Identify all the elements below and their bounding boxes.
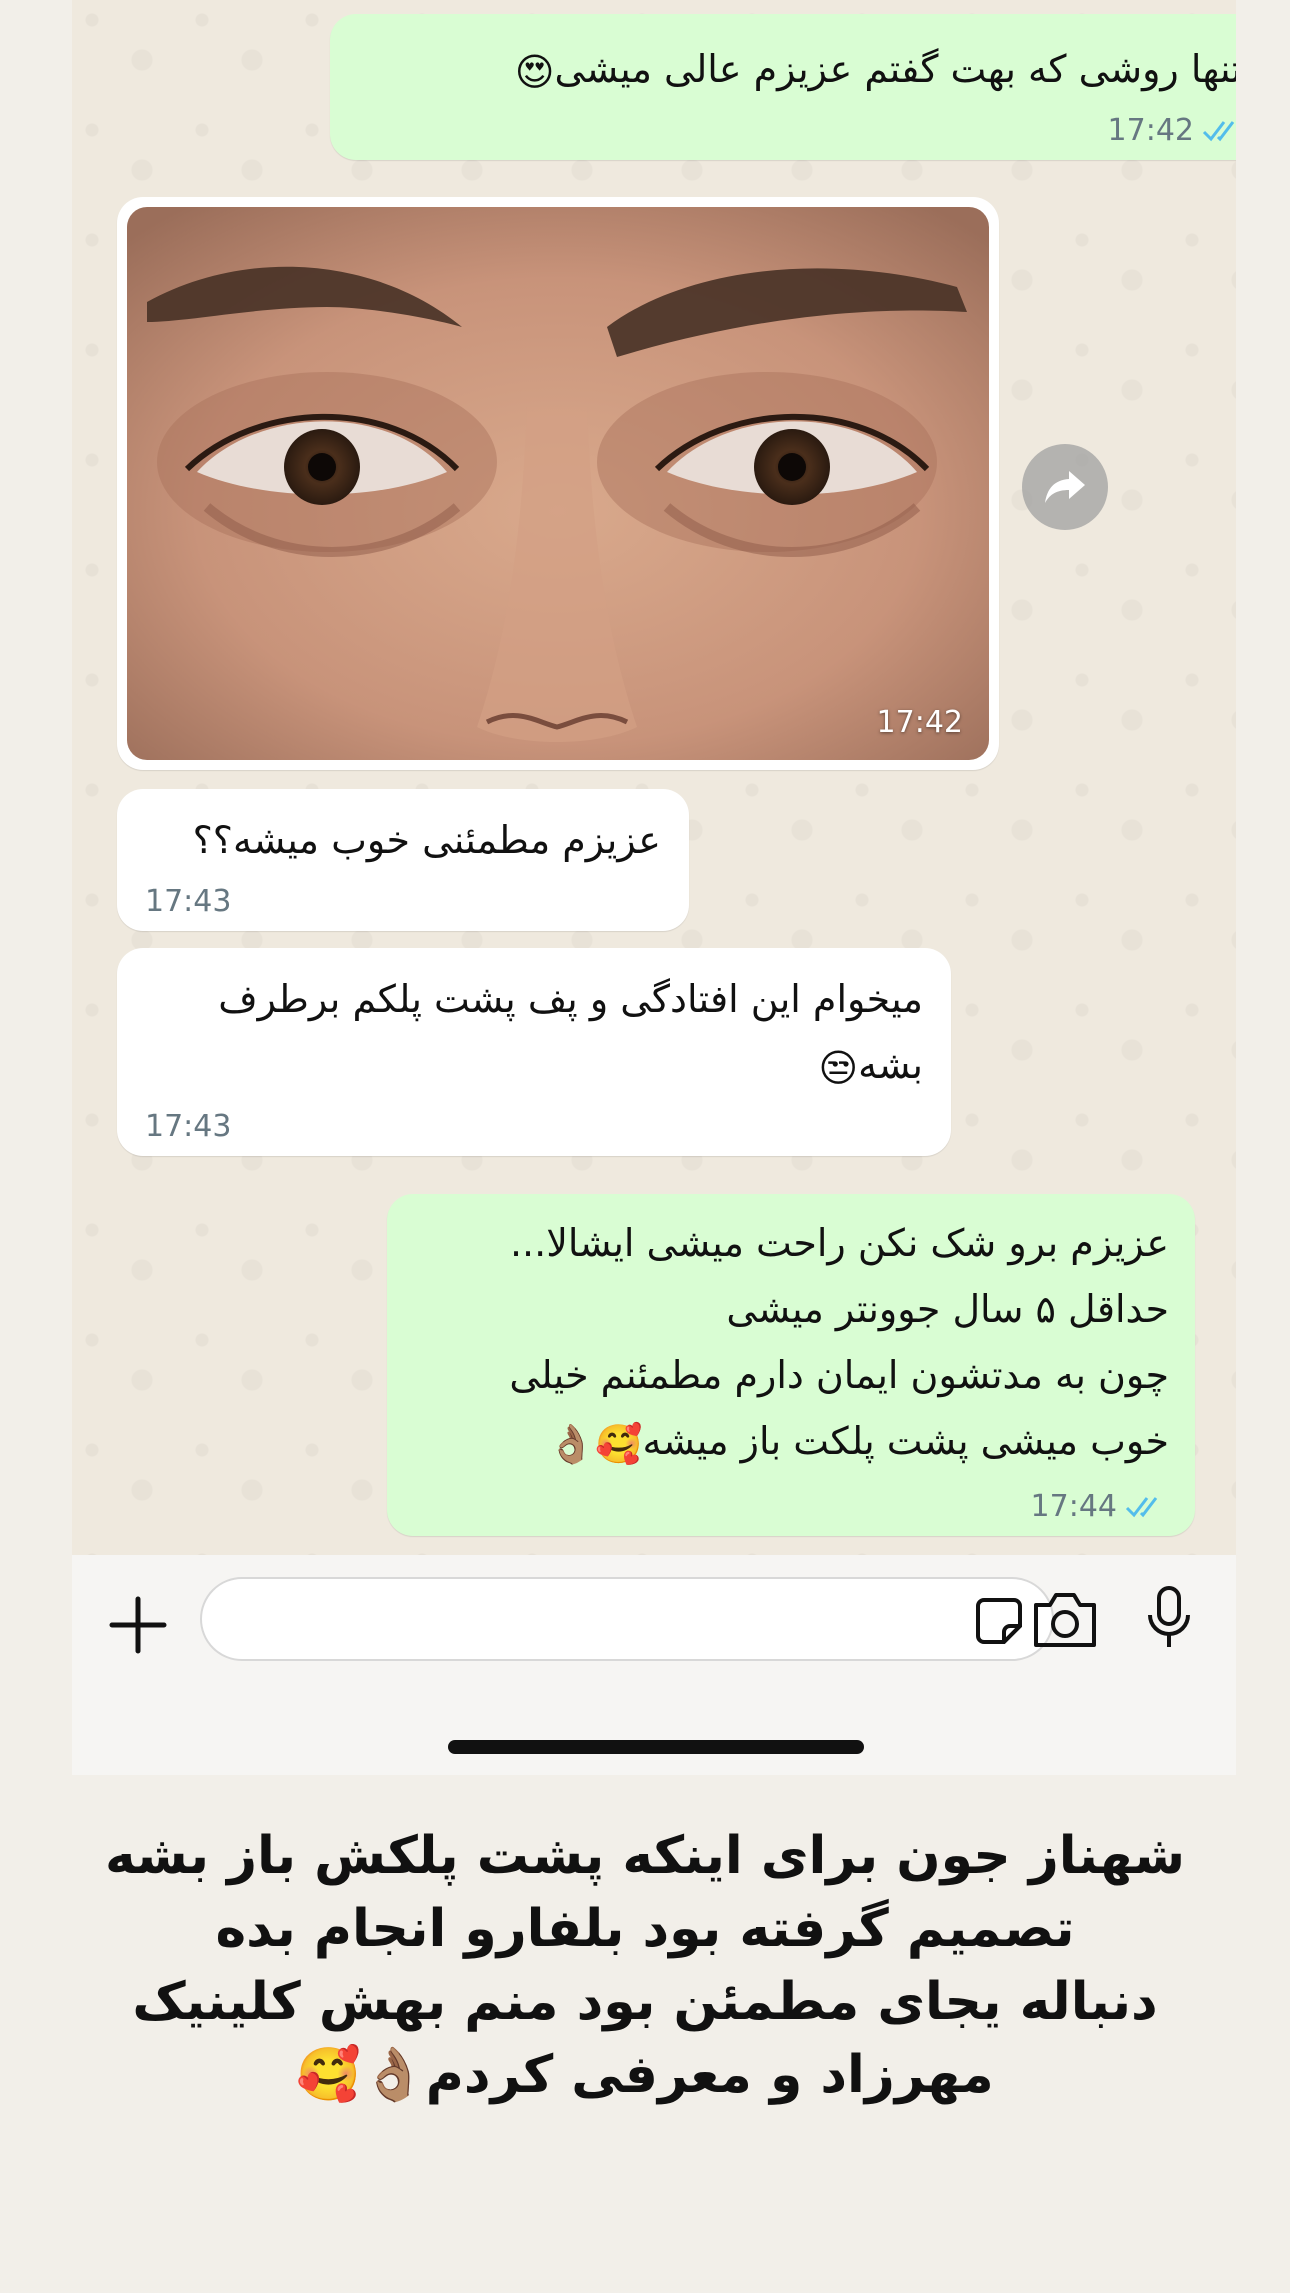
message-input[interactable] (200, 1577, 1054, 1661)
sticker-icon[interactable] (974, 1596, 1024, 1646)
message-line: حداقل ۵ سال جوونتر میشی (726, 1287, 1169, 1331)
message-time: 17:43 (145, 884, 232, 919)
smiling-hearts-ok-emoji: 🥰👌🏽 (547, 1421, 643, 1466)
camera-icon[interactable] (1030, 1591, 1100, 1649)
message-line: بشه (858, 1043, 923, 1087)
caption-line: دنباله یجای مطمئن بود منم بهش کلینیک (132, 1972, 1158, 2032)
caption-line: مهرزاد و معرفی کردم (425, 2045, 994, 2105)
message-text: عزیزم مطمئنی خوب میشه؟؟ (192, 818, 661, 862)
microphone-icon[interactable] (1144, 1585, 1194, 1651)
message-line: عزیزم برو شک نکن راحت میشی ایشالا... (509, 1221, 1169, 1265)
message-meta: 17:42 (1108, 113, 1236, 148)
message-incoming[interactable]: میخوام این افتادگی و پف پشت پلکم برطرف ب… (117, 948, 951, 1156)
message-time: 17:44 (1030, 1489, 1117, 1524)
message-outgoing[interactable]: عزیزم برو شک نکن راحت میشی ایشالا... حدا… (387, 1194, 1195, 1536)
message-incoming[interactable]: عزیزم مطمئنی خوب میشه؟؟ 17:43 (117, 789, 689, 931)
message-time: 17:43 (145, 1109, 232, 1144)
caption-text: شهناز جون برای اینکه پشت پلکش باز بشه تص… (60, 1820, 1230, 2112)
message-meta: 17:44 (1031, 1489, 1169, 1524)
forward-button[interactable] (1022, 444, 1108, 530)
message-meta: 17:43 (145, 1109, 231, 1144)
heart-eyes-emoji: 😍 (514, 49, 555, 94)
double-check-icon (1125, 1496, 1158, 1517)
caption-line: تصمیم گرفته بود بلفارو انجام بده (215, 1899, 1075, 1959)
eyes-closeup-photo[interactable]: 17:42 (127, 207, 989, 760)
message-incoming-image[interactable]: 17:42 (117, 197, 999, 770)
message-line: میخوام این افتادگی و پف پشت پلکم برطرف (218, 977, 923, 1021)
caption-line: شهناز جون برای اینکه پشت پلکش باز بشه (105, 1826, 1185, 1886)
caption-emoji: 👌🏽🥰 (296, 2045, 426, 2105)
home-indicator[interactable] (448, 1740, 864, 1754)
image-time: 17:42 (876, 705, 963, 740)
message-line: چون به مدتشون ایمان دارم مطمئنم خیلی (509, 1353, 1169, 1397)
forward-icon (1045, 471, 1085, 503)
message-time: 17:42 (1107, 113, 1194, 148)
unamused-emoji: 😒 (818, 1045, 859, 1090)
photo-illustration (127, 207, 989, 760)
message-meta: 17:43 (145, 884, 231, 919)
message-outgoing[interactable]: تنها روشی که بهت گفتم عزیزم عالی میشی😍 1… (330, 14, 1236, 160)
double-check-icon (1202, 120, 1235, 141)
message-line: خوب میشی پشت پلکت باز میشه (642, 1419, 1169, 1463)
plus-icon[interactable] (108, 1595, 168, 1655)
message-text: تنها روشی که بهت گفتم عزیزم عالی میشی (554, 47, 1236, 91)
